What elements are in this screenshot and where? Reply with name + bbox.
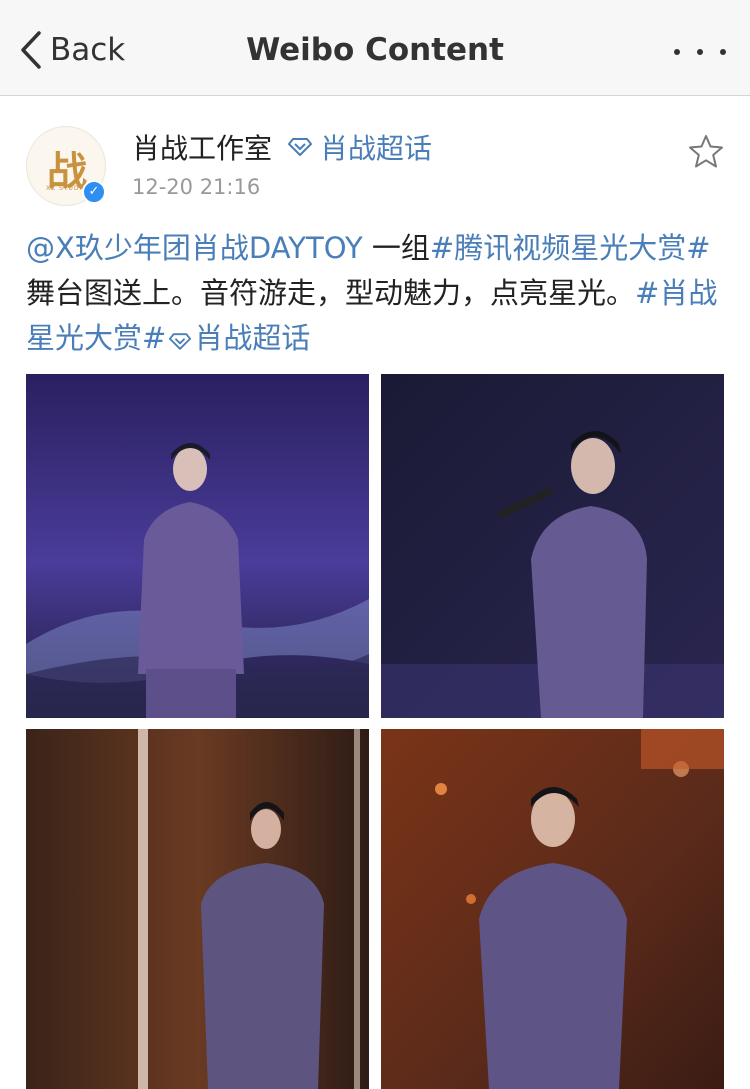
favorite-button[interactable] (688, 134, 724, 168)
back-label: Back (50, 32, 126, 68)
back-button[interactable]: Back (20, 26, 125, 74)
stage-photo-4[interactable] (381, 729, 724, 1089)
verified-v-icon: ✓ (82, 180, 106, 204)
hashtag-link[interactable]: #腾讯视频星光大赏# (430, 231, 711, 265)
diamond-icon (288, 138, 312, 156)
navigation-bar: Back Weibo Content (0, 0, 750, 96)
author-name[interactable]: 肖战工作室 (132, 127, 272, 167)
supertopic-label: 肖战超话 (320, 132, 433, 165)
post-text-part: 一组 (362, 231, 430, 265)
mention-link[interactable]: @X玖少年团肖战DAYTOY (26, 231, 363, 265)
post-text: @X玖少年团肖战DAYTOY 一组#腾讯视频星光大赏# 舞台图送上。音符游走，型动… (26, 226, 726, 361)
stage-photo-3[interactable] (26, 729, 369, 1089)
supertopic-inline-label: 肖战超话 (194, 321, 311, 355)
diamond-icon (169, 333, 192, 350)
chevron-left-icon (21, 31, 41, 69)
stage-photo-1[interactable] (26, 374, 369, 718)
supertopic-link[interactable]: 肖战超话 (288, 127, 432, 167)
post-text-part: 舞台图送上。音符游走，型动魅力，点亮星光。 (26, 276, 636, 310)
star-icon (689, 135, 723, 168)
stage-photo-2[interactable] (381, 374, 724, 718)
post-timestamp: 12-20 21:16 (132, 175, 261, 199)
supertopic-inline-link[interactable]: 肖战超话 (166, 321, 310, 355)
more-options-button[interactable] (674, 38, 726, 66)
ellipsis-icon (674, 49, 680, 55)
